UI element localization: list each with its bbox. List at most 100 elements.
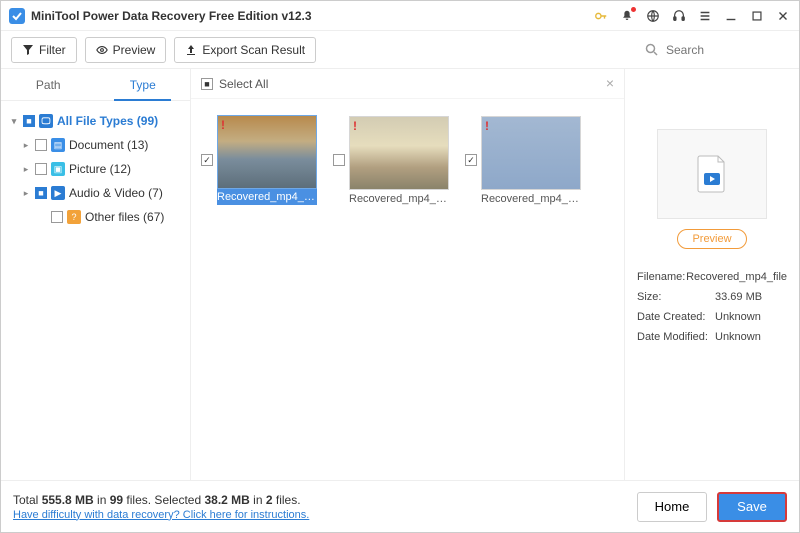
meta-label-created: Date Created:	[637, 311, 715, 323]
question-icon: ?	[67, 210, 81, 224]
selected-files: 2	[266, 493, 273, 507]
minimize-button[interactable]	[723, 8, 739, 24]
file-caption: Recovered_mp4_fil...	[349, 190, 449, 205]
meta-label-filename: Filename:	[637, 271, 686, 283]
close-icon[interactable]: ×	[606, 75, 614, 91]
txt: files.	[273, 493, 301, 507]
search-icon	[645, 43, 658, 56]
file-item[interactable]: ! Recovered_mp4_fil...	[201, 115, 319, 205]
checkbox[interactable]	[51, 211, 63, 223]
menu-icon[interactable]	[697, 8, 713, 24]
tree-other[interactable]: ? Other files (67)	[5, 205, 186, 229]
picture-icon: ▣	[51, 162, 65, 176]
save-button[interactable]: Save	[717, 492, 787, 522]
file-checkbox[interactable]	[333, 154, 345, 166]
select-all-row: ■ Select All	[191, 69, 624, 99]
export-label: Export Scan Result	[202, 43, 305, 57]
filter-label: Filter	[39, 43, 66, 57]
preview-button[interactable]: Preview	[85, 37, 167, 63]
window-title: MiniTool Power Data Recovery Free Editio…	[31, 9, 593, 23]
help-link[interactable]: Have difficulty with data recovery? Clic…	[13, 509, 309, 521]
select-all-checkbox[interactable]: ■	[201, 78, 213, 90]
checkbox[interactable]	[35, 139, 47, 151]
type-tree: ▾ ■ 🖵 All File Types (99) ▸ ▤ Document (…	[1, 101, 190, 237]
chevron-right-icon: ▸	[21, 188, 31, 199]
preview-panel: Preview Filename:Recovered_mp4_file Size…	[624, 69, 799, 480]
meta-value-modified: Unknown	[715, 331, 761, 343]
checkbox[interactable]	[35, 163, 47, 175]
title-bar: MiniTool Power Data Recovery Free Editio…	[1, 1, 799, 31]
home-button[interactable]: Home	[637, 492, 707, 522]
filter-icon	[22, 44, 34, 56]
preview-action-button[interactable]: Preview	[677, 229, 746, 249]
checkbox[interactable]: ■	[35, 187, 47, 199]
toolbar: Filter Preview Export Scan Result	[1, 31, 799, 69]
tree-label: Picture (12)	[69, 162, 131, 176]
file-thumbnail[interactable]: !	[481, 116, 581, 190]
export-button[interactable]: Export Scan Result	[174, 37, 316, 63]
filter-button[interactable]: Filter	[11, 37, 77, 63]
txt: files. Selected	[123, 493, 204, 507]
bell-icon[interactable]	[619, 8, 635, 24]
txt: in	[250, 493, 266, 507]
tree-all-file-types[interactable]: ▾ ■ 🖵 All File Types (99)	[5, 109, 186, 133]
meta-value-created: Unknown	[715, 311, 761, 323]
search-input[interactable]	[664, 42, 764, 58]
file-checkbox[interactable]	[201, 154, 213, 166]
file-grid-panel: ■ Select All × ! Recovered_mp4_fil... !	[191, 69, 624, 480]
export-icon	[185, 44, 197, 56]
close-button[interactable]	[775, 8, 791, 24]
monitor-icon: 🖵	[39, 114, 53, 128]
maximize-button[interactable]	[749, 8, 765, 24]
headset-icon[interactable]	[671, 8, 687, 24]
chevron-down-icon: ▾	[9, 116, 19, 127]
file-caption: Recovered_mp4_fil...	[217, 189, 317, 205]
meta-value-filename: Recovered_mp4_file	[686, 271, 787, 283]
key-icon[interactable]	[593, 8, 609, 24]
file-thumbnail[interactable]: !	[349, 116, 449, 190]
eye-icon	[96, 44, 108, 56]
main-area: Path Type ▾ ■ 🖵 All File Types (99) ▸ ▤ …	[1, 69, 799, 480]
sidebar-tabs: Path Type	[1, 69, 190, 101]
warning-icon: !	[353, 119, 357, 133]
meta-value-size: 33.69 MB	[715, 291, 762, 303]
file-item[interactable]: ! Recovered_mp4_fil...	[333, 115, 451, 205]
warning-icon: !	[485, 119, 489, 133]
select-all-label: Select All	[219, 77, 268, 91]
document-icon: ▤	[51, 138, 65, 152]
app-icon	[9, 8, 25, 24]
selected-size: 38.2 MB	[204, 493, 249, 507]
titlebar-controls	[593, 8, 791, 24]
tree-document[interactable]: ▸ ▤ Document (13)	[5, 133, 186, 157]
txt: Total	[13, 493, 42, 507]
checkbox[interactable]: ■	[23, 115, 35, 127]
app-window: MiniTool Power Data Recovery Free Editio…	[0, 0, 800, 533]
globe-icon[interactable]	[645, 8, 661, 24]
tree-label: Audio & Video (7)	[69, 186, 163, 200]
tab-path[interactable]: Path	[1, 69, 96, 100]
file-grid: ! Recovered_mp4_fil... ! Recovered_mp4_f…	[191, 99, 624, 221]
file-caption: Recovered_mp4_fil...	[481, 190, 581, 205]
txt: in	[94, 493, 110, 507]
search-box[interactable]	[639, 37, 789, 63]
tree-label: All File Types (99)	[57, 114, 158, 128]
file-thumbnail[interactable]: !	[217, 115, 317, 189]
chevron-right-icon: ▸	[21, 140, 31, 151]
tree-label: Document (13)	[69, 138, 148, 152]
preview-label: Preview	[113, 43, 156, 57]
video-file-icon	[697, 155, 727, 193]
file-item[interactable]: ! Recovered_mp4_fil...	[465, 115, 583, 205]
file-checkbox[interactable]	[465, 154, 477, 166]
tree-picture[interactable]: ▸ ▣ Picture (12)	[5, 157, 186, 181]
tree-audio-video[interactable]: ▸ ■ ▶ Audio & Video (7)	[5, 181, 186, 205]
tree-label: Other files (67)	[85, 210, 164, 224]
total-size: 555.8 MB	[42, 493, 94, 507]
tab-type[interactable]: Type	[96, 69, 191, 100]
meta-label-modified: Date Modified:	[637, 331, 715, 343]
status-bar: Total 555.8 MB in 99 files. Selected 38.…	[1, 480, 799, 532]
preview-thumbnail	[657, 129, 767, 219]
sidebar: Path Type ▾ ■ 🖵 All File Types (99) ▸ ▤ …	[1, 69, 191, 480]
play-icon: ▶	[51, 186, 65, 200]
total-files: 99	[110, 493, 123, 507]
chevron-right-icon: ▸	[21, 164, 31, 175]
